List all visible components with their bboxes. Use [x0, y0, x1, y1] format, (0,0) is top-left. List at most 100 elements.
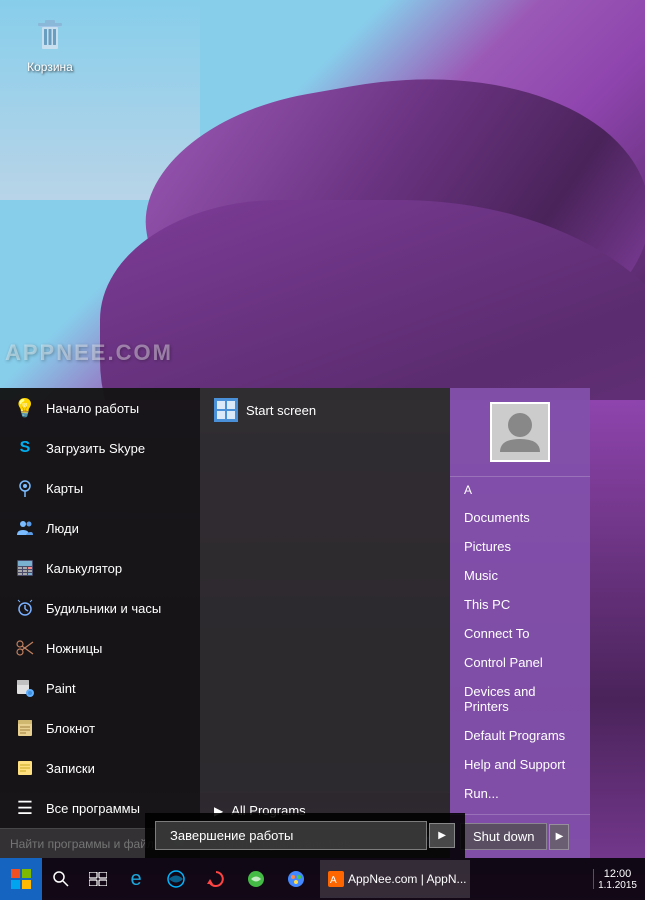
right-item-this-pc[interactable]: This PC [450, 590, 590, 619]
completion-arrow-icon: ▶ [438, 830, 446, 841]
people-icon [14, 517, 36, 539]
start-menu-item-calculator[interactable]: Калькулятор [0, 548, 200, 588]
right-item-music[interactable]: Music [450, 561, 590, 590]
user-avatar [490, 402, 550, 462]
start-icon: 💡 [14, 397, 36, 419]
notification-bar: Завершение работы ▶ [145, 813, 465, 858]
taskbar-notification-area: 12:00 1.1.2015 [593, 868, 645, 891]
shutdown-area: Shut down ▶ [450, 814, 590, 858]
start-button[interactable] [0, 858, 42, 900]
username-label[interactable]: A [450, 477, 590, 503]
completion-label: Завершение работы [170, 828, 293, 843]
start-menu-label-people: Люди [46, 521, 79, 536]
start-screen-label: Start screen [246, 403, 316, 418]
start-menu-item-scissors[interactable]: Ножницы [0, 628, 200, 668]
taskbar-time-display: 12:00 [598, 868, 637, 880]
skype-icon: S [14, 437, 36, 459]
start-menu: 💡 Начало работы S Загрузить Skype Карты … [0, 388, 590, 858]
notes-icon [14, 757, 36, 779]
right-item-help-support[interactable]: Help and Support [450, 750, 590, 779]
shutdown-label: Shut down [473, 829, 534, 844]
completion-shutdown-button[interactable]: Завершение работы [155, 821, 427, 850]
taskbar-divider [593, 869, 594, 889]
scissors-icon [14, 637, 36, 659]
start-screen-tile[interactable]: Start screen [200, 388, 450, 432]
taskbar-edge-icon[interactable] [158, 861, 194, 897]
start-center-panel: Start screen ▶ All Programs 🔍 [200, 388, 450, 858]
calculator-icon [14, 557, 36, 579]
shutdown-arrow-icon: ▶ [556, 831, 564, 842]
run-label: Run... [464, 786, 499, 801]
start-menu-item-paint[interactable]: Paint [0, 668, 200, 708]
pictures-label: Pictures [464, 539, 511, 554]
start-menu-item-maps[interactable]: Карты [0, 468, 200, 508]
start-right-panel: A Documents Pictures Music This PC Conne… [450, 388, 590, 858]
task-view-icon [89, 872, 107, 886]
start-menu-item-people[interactable]: Люди [0, 508, 200, 548]
right-item-control-panel[interactable]: Control Panel [450, 648, 590, 677]
taskbar-time[interactable]: 12:00 1.1.2015 [598, 868, 637, 891]
paint-icon [14, 677, 36, 699]
taskbar-ie-icon[interactable]: e [118, 861, 154, 897]
connect-to-label: Connect To [464, 626, 530, 641]
start-menu-item-alarms[interactable]: Будильники и часы [0, 588, 200, 628]
shutdown-arrow-button[interactable]: ▶ [549, 824, 569, 850]
music-label: Music [464, 568, 498, 583]
documents-label: Documents [464, 510, 530, 525]
edge-browser-icon [166, 869, 186, 889]
devices-printers-label: Devices and Printers [464, 684, 576, 714]
right-item-devices-printers[interactable]: Devices and Printers [450, 677, 590, 721]
taskbar-multicolor-icon[interactable] [278, 861, 314, 897]
task-view-button[interactable] [80, 861, 116, 897]
start-screen-tile-icon [214, 398, 238, 422]
start-menu-item-notes[interactable]: Записки [0, 748, 200, 788]
all-programs-icon: ☰ [14, 797, 36, 819]
start-left-panel: 💡 Начало работы S Загрузить Skype Карты … [0, 388, 200, 858]
start-menu-label-all-programs: Все программы [46, 801, 140, 816]
right-item-pictures[interactable]: Pictures [450, 532, 590, 561]
default-programs-label: Default Programs [464, 728, 565, 743]
start-menu-label-paint: Paint [46, 681, 76, 696]
start-menu-label-scissors: Ножницы [46, 641, 102, 656]
taskbar-search-button[interactable] [42, 860, 80, 898]
start-menu-label-alarms: Будильники и часы [46, 601, 161, 616]
windows-logo-icon [11, 869, 31, 889]
start-menu-label-start: Начало работы [46, 401, 139, 416]
refresh-icon [206, 869, 226, 889]
recycle-bin-icon[interactable]: Корзина [15, 15, 85, 74]
taskbar-refresh-icon[interactable] [198, 861, 234, 897]
start-menu-item-notepad[interactable]: Блокнот [0, 708, 200, 748]
right-item-default-programs[interactable]: Default Programs [450, 721, 590, 750]
help-support-label: Help and Support [464, 757, 565, 772]
alarms-icon [14, 597, 36, 619]
taskbar: e A AppNee.com | [0, 858, 645, 900]
user-section[interactable] [450, 388, 590, 477]
this-pc-label: This PC [464, 597, 510, 612]
notepad-icon [14, 717, 36, 739]
right-item-documents[interactable]: Documents [450, 503, 590, 532]
watermark-text: APPNEE.COM [5, 340, 173, 366]
taskbar-green-icon[interactable] [238, 861, 274, 897]
taskbar-date-display: 1.1.2015 [598, 880, 637, 891]
shutdown-button[interactable]: Shut down [460, 823, 547, 850]
start-menu-label-maps: Карты [46, 481, 83, 496]
taskbar-app-label: AppNee.com | AppN... [348, 872, 467, 886]
multicolor-app-icon [286, 869, 306, 889]
svg-text:A: A [330, 875, 337, 886]
start-menu-label-notes: Записки [46, 761, 95, 776]
start-center-content [200, 432, 450, 793]
control-panel-label: Control Panel [464, 655, 543, 670]
start-menu-label-skype: Загрузить Skype [46, 441, 145, 456]
recycle-bin-label: Корзина [27, 60, 73, 74]
start-menu-item-skype[interactable]: S Загрузить Skype [0, 428, 200, 468]
taskbar-app-appnee[interactable]: A AppNee.com | AppN... [320, 860, 470, 898]
completion-arrow-button[interactable]: ▶ [429, 823, 455, 848]
appnee-icon: A [328, 871, 344, 887]
search-icon [52, 870, 70, 888]
start-menu-item-start[interactable]: 💡 Начало работы [0, 388, 200, 428]
start-menu-label-notepad: Блокнот [46, 721, 95, 736]
maps-icon [14, 477, 36, 499]
right-item-connect-to[interactable]: Connect To [450, 619, 590, 648]
start-menu-label-calculator: Калькулятор [46, 561, 122, 576]
right-item-run[interactable]: Run... [450, 779, 590, 808]
